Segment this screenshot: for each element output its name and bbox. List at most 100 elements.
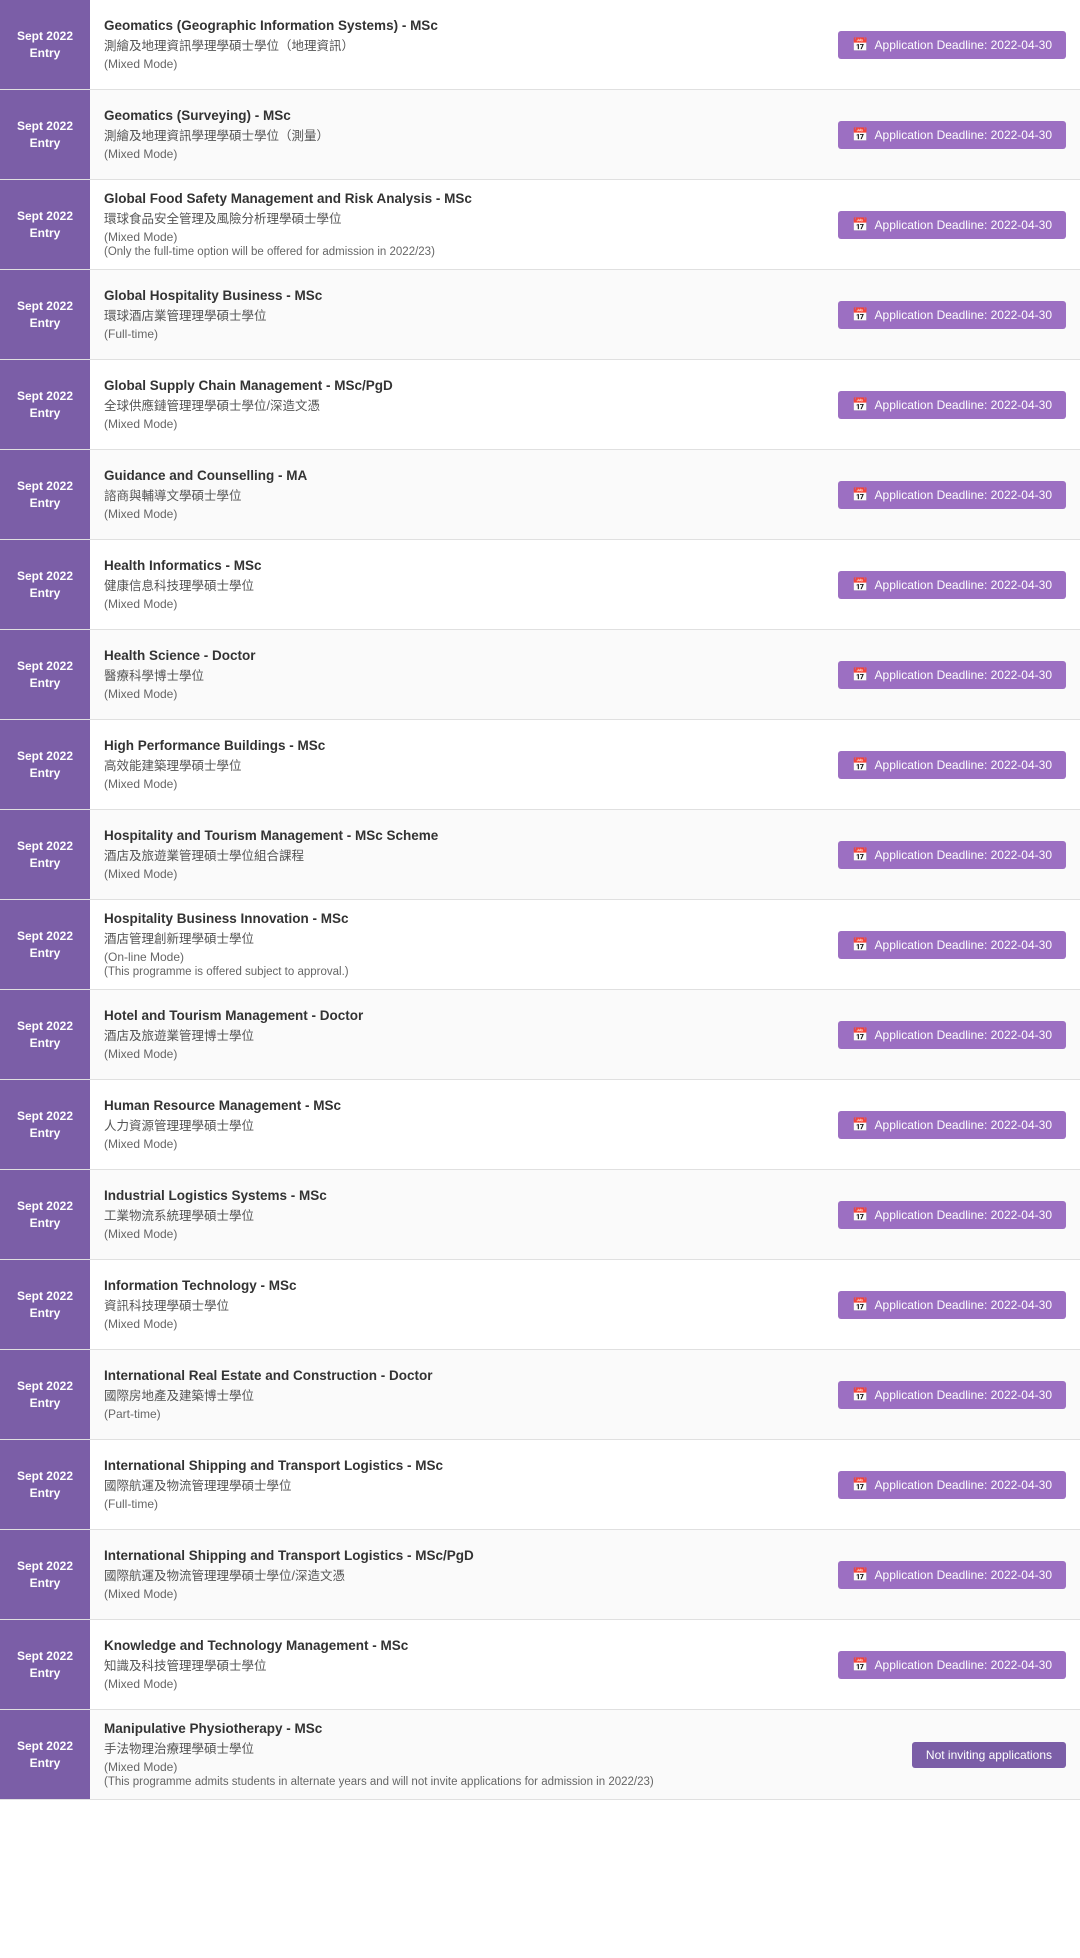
deadline-column: 📅Application Deadline: 2022-04-30 [820, 900, 1080, 989]
deadline-badge: 📅Application Deadline: 2022-04-30 [838, 31, 1066, 59]
deadline-text: Application Deadline: 2022-04-30 [875, 1388, 1052, 1402]
deadline-text: Application Deadline: 2022-04-30 [875, 848, 1052, 862]
table-row: Sept 2022 EntryHigh Performance Building… [0, 720, 1080, 810]
deadline-badge: 📅Application Deadline: 2022-04-30 [838, 211, 1066, 239]
program-title-en: Hotel and Tourism Management - Doctor [104, 1008, 806, 1023]
program-note: (This programme admits students in alter… [104, 1776, 806, 1788]
calendar-icon: 📅 [852, 847, 868, 863]
deadline-column: Not inviting applications [820, 1710, 1080, 1799]
program-mode: (Mixed Mode) [104, 230, 806, 244]
deadline-text: Application Deadline: 2022-04-30 [875, 668, 1052, 682]
program-title-zh: 手法物理治療理學碩士學位 [104, 1738, 806, 1757]
calendar-icon: 📅 [852, 397, 868, 413]
deadline-badge: 📅Application Deadline: 2022-04-30 [838, 1561, 1066, 1589]
calendar-icon: 📅 [852, 1477, 868, 1493]
program-title-zh: 國際航運及物流管理理學碩士學位/深造文憑 [104, 1565, 806, 1584]
deadline-text: Application Deadline: 2022-04-30 [875, 938, 1052, 952]
program-title-zh: 測繪及地理資訊學理學碩士學位（測量） [104, 125, 806, 144]
table-row: Sept 2022 EntryIndustrial Logistics Syst… [0, 1170, 1080, 1260]
table-row: Sept 2022 EntryHealth Informatics - MSc健… [0, 540, 1080, 630]
entry-badge: Sept 2022 Entry [0, 540, 90, 629]
program-info: Hospitality Business Innovation - MSc 酒店管… [90, 900, 820, 989]
program-title-en: Human Resource Management - MSc [104, 1098, 806, 1113]
program-title-en: Hospitality Business Innovation - MSc [104, 911, 806, 926]
calendar-icon: 📅 [852, 487, 868, 503]
deadline-column: 📅Application Deadline: 2022-04-30 [820, 270, 1080, 359]
program-title-en: Manipulative Physiotherapy - MSc [104, 1721, 806, 1736]
deadline-badge: 📅Application Deadline: 2022-04-30 [838, 301, 1066, 329]
deadline-column: 📅Application Deadline: 2022-04-30 [820, 1350, 1080, 1439]
program-mode: (Mixed Mode) [104, 1047, 806, 1061]
program-info: Global Food Safety Management and Risk A… [90, 180, 820, 269]
program-mode: (Mixed Mode) [104, 1760, 806, 1774]
deadline-text: Application Deadline: 2022-04-30 [875, 1028, 1052, 1042]
program-title-en: Health Science - Doctor [104, 648, 806, 663]
deadline-badge: 📅Application Deadline: 2022-04-30 [838, 481, 1066, 509]
calendar-icon: 📅 [852, 1297, 868, 1313]
deadline-text: Application Deadline: 2022-04-30 [875, 398, 1052, 412]
program-mode: (Full-time) [104, 1497, 806, 1511]
program-title-zh: 酒店及旅遊業管理碩士學位組合課程 [104, 845, 806, 864]
deadline-badge: 📅Application Deadline: 2022-04-30 [838, 1471, 1066, 1499]
not-inviting-badge: Not inviting applications [912, 1742, 1066, 1768]
entry-badge: Sept 2022 Entry [0, 1350, 90, 1439]
program-info: Human Resource Management - MSc人力資源管理理學碩… [90, 1080, 820, 1169]
calendar-icon: 📅 [852, 1027, 868, 1043]
deadline-column: 📅Application Deadline: 2022-04-30 [820, 1440, 1080, 1529]
deadline-text: Application Deadline: 2022-04-30 [875, 578, 1052, 592]
deadline-column: 📅Application Deadline: 2022-04-30 [820, 630, 1080, 719]
program-title-zh: 酒店管理創新理學碩士學位 [104, 928, 806, 947]
program-note: (Only the full-time option will be offer… [104, 246, 806, 258]
program-title-zh: 酒店及旅遊業管理博士學位 [104, 1025, 806, 1044]
table-row: Sept 2022 EntryHospitality and Tourism M… [0, 810, 1080, 900]
deadline-column: 📅Application Deadline: 2022-04-30 [820, 1530, 1080, 1619]
entry-badge: Sept 2022 Entry [0, 360, 90, 449]
table-row: Sept 2022 EntryHealth Science - Doctor醫療… [0, 630, 1080, 720]
program-info: High Performance Buildings - MSc高效能建築理學碩… [90, 720, 820, 809]
deadline-text: Not inviting applications [926, 1748, 1052, 1762]
table-row: Sept 2022 EntryHospitality Business Inno… [0, 900, 1080, 990]
program-title-zh: 測繪及地理資訊學理學碩士學位（地理資訊） [104, 35, 806, 54]
entry-badge: Sept 2022 Entry [0, 1260, 90, 1349]
program-info: Hotel and Tourism Management - Doctor 酒店及… [90, 990, 820, 1079]
program-mode: (On-line Mode) [104, 950, 806, 964]
program-title-zh: 環球食品安全管理及風險分析理學碩士學位 [104, 208, 806, 227]
deadline-text: Application Deadline: 2022-04-30 [875, 128, 1052, 142]
deadline-badge: 📅 Application Deadline: 2022-04-30 [838, 1291, 1066, 1319]
calendar-icon: 📅 [852, 217, 868, 233]
table-row: Sept 2022 EntryGlobal Hospitality Busine… [0, 270, 1080, 360]
program-title-en: Guidance and Counselling - MA [104, 468, 806, 483]
entry-badge: Sept 2022 Entry [0, 0, 90, 89]
program-mode: (Part-time) [104, 1407, 806, 1421]
table-row: Sept 2022 EntryHuman Resource Management… [0, 1080, 1080, 1170]
entry-badge: Sept 2022 Entry [0, 900, 90, 989]
program-title-en: Hospitality and Tourism Management - MSc… [104, 828, 806, 843]
table-row: Sept 2022 EntryInternational Shipping an… [0, 1530, 1080, 1620]
entry-badge: Sept 2022 Entry [0, 1440, 90, 1529]
deadline-column: 📅Application Deadline: 2022-04-30 [820, 1620, 1080, 1709]
deadline-badge: 📅Application Deadline: 2022-04-30 [838, 931, 1066, 959]
program-title-zh: 工業物流系統理學碩士學位 [104, 1205, 806, 1224]
program-info: Geomatics (Surveying) - MSc 測繪及地理資訊學理學碩士學… [90, 90, 820, 179]
program-mode: (Mixed Mode) [104, 507, 806, 521]
entry-badge: Sept 2022 Entry [0, 1170, 90, 1259]
program-info: Global Hospitality Business - MSc環球酒店業管理… [90, 270, 820, 359]
program-info: Hospitality and Tourism Management - MSc… [90, 810, 820, 899]
deadline-column: 📅Application Deadline: 2022-04-30 [820, 450, 1080, 539]
calendar-icon: 📅 [852, 307, 868, 323]
program-info: Global Supply Chain Management - MSc/PgD… [90, 360, 820, 449]
program-title-zh: 諮商與輔導文學碩士學位 [104, 485, 806, 504]
entry-badge: Sept 2022 Entry [0, 1710, 90, 1799]
program-title-en: Geomatics (Geographic Information System… [104, 18, 806, 33]
program-mode: (Mixed Mode) [104, 1587, 806, 1601]
deadline-text: Application Deadline: 2022-04-30 [875, 1298, 1052, 1312]
program-title-zh: 知識及科技管理理學碩士學位 [104, 1655, 806, 1674]
calendar-icon: 📅 [852, 757, 868, 773]
program-info: Health Science - Doctor醫療科學博士學位(Mixed Mo… [90, 630, 820, 719]
program-title-en: Geomatics (Surveying) - MSc [104, 108, 806, 123]
deadline-text: Application Deadline: 2022-04-30 [875, 38, 1052, 52]
entry-badge: Sept 2022 Entry [0, 1530, 90, 1619]
program-title-en: Global Hospitality Business - MSc [104, 288, 806, 303]
program-title-zh: 健康信息科技理學碩士學位 [104, 575, 806, 594]
program-mode: (Mixed Mode) [104, 1317, 806, 1331]
